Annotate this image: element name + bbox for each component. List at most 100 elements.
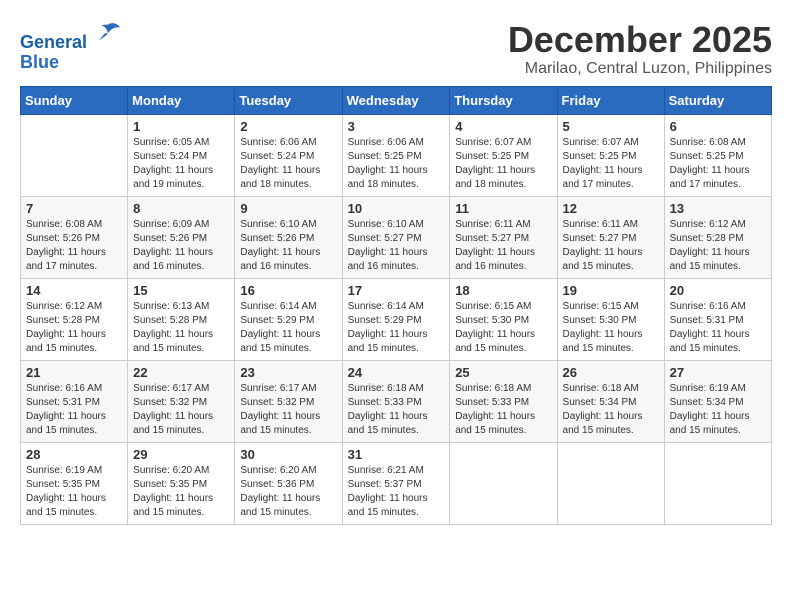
day-number: 7 — [26, 201, 122, 216]
day-info: Sunrise: 6:14 AM Sunset: 5:29 PM Dayligh… — [240, 300, 336, 356]
day-number: 13 — [670, 201, 766, 216]
day-info: Sunrise: 6:16 AM Sunset: 5:31 PM Dayligh… — [26, 382, 122, 438]
calendar-cell: 25 Sunrise: 6:18 AM Sunset: 5:33 PM Dayli… — [450, 360, 557, 442]
page-header: General Blue December 2025 Marilao, Cent… — [20, 20, 772, 78]
calendar-cell: 5Sunrise: 6:07 AM Sunset: 5:25 PM Daylig… — [557, 114, 664, 196]
calendar-cell: 28Sunrise: 6:19 AM Sunset: 5:35 PM Dayli… — [21, 442, 128, 524]
calendar-cell: 14Sunrise: 6:12 AM Sunset: 5:28 PM Dayli… — [21, 278, 128, 360]
calendar-cell: 2 Sunrise: 6:06 AM Sunset: 5:24 PM Daylig… — [235, 114, 342, 196]
calendar-week-row: 14Sunrise: 6:12 AM Sunset: 5:28 PM Dayli… — [21, 278, 772, 360]
calendar-cell: 7 Sunrise: 6:08 AM Sunset: 5:26 PM Daylig… — [21, 196, 128, 278]
calendar-day-header: Thursday — [450, 86, 557, 114]
day-info: Sunrise: 6:20 AM Sunset: 5:35 PM Dayligh… — [133, 464, 229, 520]
day-info: Sunrise: 6:09 AM Sunset: 5:26 PM Dayligh… — [133, 218, 229, 274]
calendar-cell: 1 Sunrise: 6:05 AM Sunset: 5:24 PM Daylig… — [128, 114, 235, 196]
day-info: Sunrise: 6:13 AM Sunset: 5:28 PM Dayligh… — [133, 300, 229, 356]
calendar-cell: 18 Sunrise: 6:15 AM Sunset: 5:30 PM Dayli… — [450, 278, 557, 360]
logo: General Blue — [20, 20, 122, 73]
calendar-cell: 31 Sunrise: 6:21 AM Sunset: 5:37 PM Dayli… — [342, 442, 450, 524]
calendar-cell: 16Sunrise: 6:14 AM Sunset: 5:29 PM Dayli… — [235, 278, 342, 360]
title-block: December 2025 Marilao, Central Luzon, Ph… — [508, 20, 772, 78]
day-number: 9 — [240, 201, 336, 216]
day-info: Sunrise: 6:15 AM Sunset: 5:30 PM Dayligh… — [563, 300, 659, 356]
calendar-header-row: SundayMondayTuesdayWednesdayThursdayFrid… — [21, 86, 772, 114]
day-number: 8 — [133, 201, 229, 216]
calendar-cell — [664, 442, 771, 524]
day-info: Sunrise: 6:18 AM Sunset: 5:33 PM Dayligh… — [348, 382, 445, 438]
day-info: Sunrise: 6:17 AM Sunset: 5:32 PM Dayligh… — [133, 382, 229, 438]
day-number: 3 — [348, 119, 445, 134]
calendar-cell — [450, 442, 557, 524]
calendar-cell: 10 Sunrise: 6:10 AM Sunset: 5:27 PM Dayli… — [342, 196, 450, 278]
day-number: 5 — [563, 119, 659, 134]
calendar-cell: 6 Sunrise: 6:08 AM Sunset: 5:25 PM Daylig… — [664, 114, 771, 196]
calendar-cell: 3Sunrise: 6:06 AM Sunset: 5:25 PM Daylig… — [342, 114, 450, 196]
day-number: 23 — [240, 365, 336, 380]
day-info: Sunrise: 6:21 AM Sunset: 5:37 PM Dayligh… — [348, 464, 445, 520]
calendar-cell: 24 Sunrise: 6:18 AM Sunset: 5:33 PM Dayli… — [342, 360, 450, 442]
calendar-cell: 23 Sunrise: 6:17 AM Sunset: 5:32 PM Dayli… — [235, 360, 342, 442]
day-number: 24 — [348, 365, 445, 380]
calendar-cell: 21 Sunrise: 6:16 AM Sunset: 5:31 PM Dayli… — [21, 360, 128, 442]
day-info: Sunrise: 6:18 AM Sunset: 5:34 PM Dayligh… — [563, 382, 659, 438]
calendar-day-header: Tuesday — [235, 86, 342, 114]
day-number: 2 — [240, 119, 336, 134]
calendar-cell: 29 Sunrise: 6:20 AM Sunset: 5:35 PM Dayli… — [128, 442, 235, 524]
day-number: 27 — [670, 365, 766, 380]
day-info: Sunrise: 6:19 AM Sunset: 5:34 PM Dayligh… — [670, 382, 766, 438]
calendar-day-header: Friday — [557, 86, 664, 114]
day-number: 18 — [455, 283, 551, 298]
calendar-cell: 20Sunrise: 6:16 AM Sunset: 5:31 PM Dayli… — [664, 278, 771, 360]
calendar-cell: 11Sunrise: 6:11 AM Sunset: 5:27 PM Dayli… — [450, 196, 557, 278]
day-info: Sunrise: 6:15 AM Sunset: 5:30 PM Dayligh… — [455, 300, 551, 356]
day-info: Sunrise: 6:08 AM Sunset: 5:26 PM Dayligh… — [26, 218, 122, 274]
day-info: Sunrise: 6:10 AM Sunset: 5:27 PM Dayligh… — [348, 218, 445, 274]
day-info: Sunrise: 6:20 AM Sunset: 5:36 PM Dayligh… — [240, 464, 336, 520]
calendar-cell: 26 Sunrise: 6:18 AM Sunset: 5:34 PM Dayli… — [557, 360, 664, 442]
logo-blue: Blue — [20, 53, 122, 73]
day-info: Sunrise: 6:05 AM Sunset: 5:24 PM Dayligh… — [133, 136, 229, 192]
day-info: Sunrise: 6:12 AM Sunset: 5:28 PM Dayligh… — [670, 218, 766, 274]
day-number: 28 — [26, 447, 122, 462]
location: Marilao, Central Luzon, Philippines — [508, 60, 772, 78]
day-number: 31 — [348, 447, 445, 462]
day-info: Sunrise: 6:11 AM Sunset: 5:27 PM Dayligh… — [563, 218, 659, 274]
day-number: 15 — [133, 283, 229, 298]
calendar-cell: 15 Sunrise: 6:13 AM Sunset: 5:28 PM Dayli… — [128, 278, 235, 360]
calendar-week-row: 1 Sunrise: 6:05 AM Sunset: 5:24 PM Daylig… — [21, 114, 772, 196]
logo-bird-icon — [94, 20, 122, 48]
day-info: Sunrise: 6:10 AM Sunset: 5:26 PM Dayligh… — [240, 218, 336, 274]
calendar-day-header: Sunday — [21, 86, 128, 114]
calendar-week-row: 7 Sunrise: 6:08 AM Sunset: 5:26 PM Daylig… — [21, 196, 772, 278]
logo-text: General — [20, 20, 122, 53]
calendar-day-header: Saturday — [664, 86, 771, 114]
day-number: 21 — [26, 365, 122, 380]
day-info: Sunrise: 6:17 AM Sunset: 5:32 PM Dayligh… — [240, 382, 336, 438]
calendar-cell: 30Sunrise: 6:20 AM Sunset: 5:36 PM Dayli… — [235, 442, 342, 524]
day-number: 1 — [133, 119, 229, 134]
day-info: Sunrise: 6:18 AM Sunset: 5:33 PM Dayligh… — [455, 382, 551, 438]
day-number: 29 — [133, 447, 229, 462]
day-number: 6 — [670, 119, 766, 134]
day-number: 14 — [26, 283, 122, 298]
day-number: 22 — [133, 365, 229, 380]
day-info: Sunrise: 6:08 AM Sunset: 5:25 PM Dayligh… — [670, 136, 766, 192]
day-number: 26 — [563, 365, 659, 380]
day-number: 10 — [348, 201, 445, 216]
day-number: 12 — [563, 201, 659, 216]
calendar-cell: 4Sunrise: 6:07 AM Sunset: 5:25 PM Daylig… — [450, 114, 557, 196]
day-number: 19 — [563, 283, 659, 298]
calendar-cell: 13 Sunrise: 6:12 AM Sunset: 5:28 PM Dayli… — [664, 196, 771, 278]
calendar-week-row: 21 Sunrise: 6:16 AM Sunset: 5:31 PM Dayli… — [21, 360, 772, 442]
logo-general: General — [20, 32, 87, 52]
day-info: Sunrise: 6:06 AM Sunset: 5:24 PM Dayligh… — [240, 136, 336, 192]
calendar-cell: 8 Sunrise: 6:09 AM Sunset: 5:26 PM Daylig… — [128, 196, 235, 278]
calendar-cell: 19 Sunrise: 6:15 AM Sunset: 5:30 PM Dayli… — [557, 278, 664, 360]
day-number: 25 — [455, 365, 551, 380]
day-number: 11 — [455, 201, 551, 216]
day-info: Sunrise: 6:14 AM Sunset: 5:29 PM Dayligh… — [348, 300, 445, 356]
day-number: 17 — [348, 283, 445, 298]
calendar-cell: 17 Sunrise: 6:14 AM Sunset: 5:29 PM Dayli… — [342, 278, 450, 360]
calendar-cell: 12 Sunrise: 6:11 AM Sunset: 5:27 PM Dayli… — [557, 196, 664, 278]
day-number: 4 — [455, 119, 551, 134]
